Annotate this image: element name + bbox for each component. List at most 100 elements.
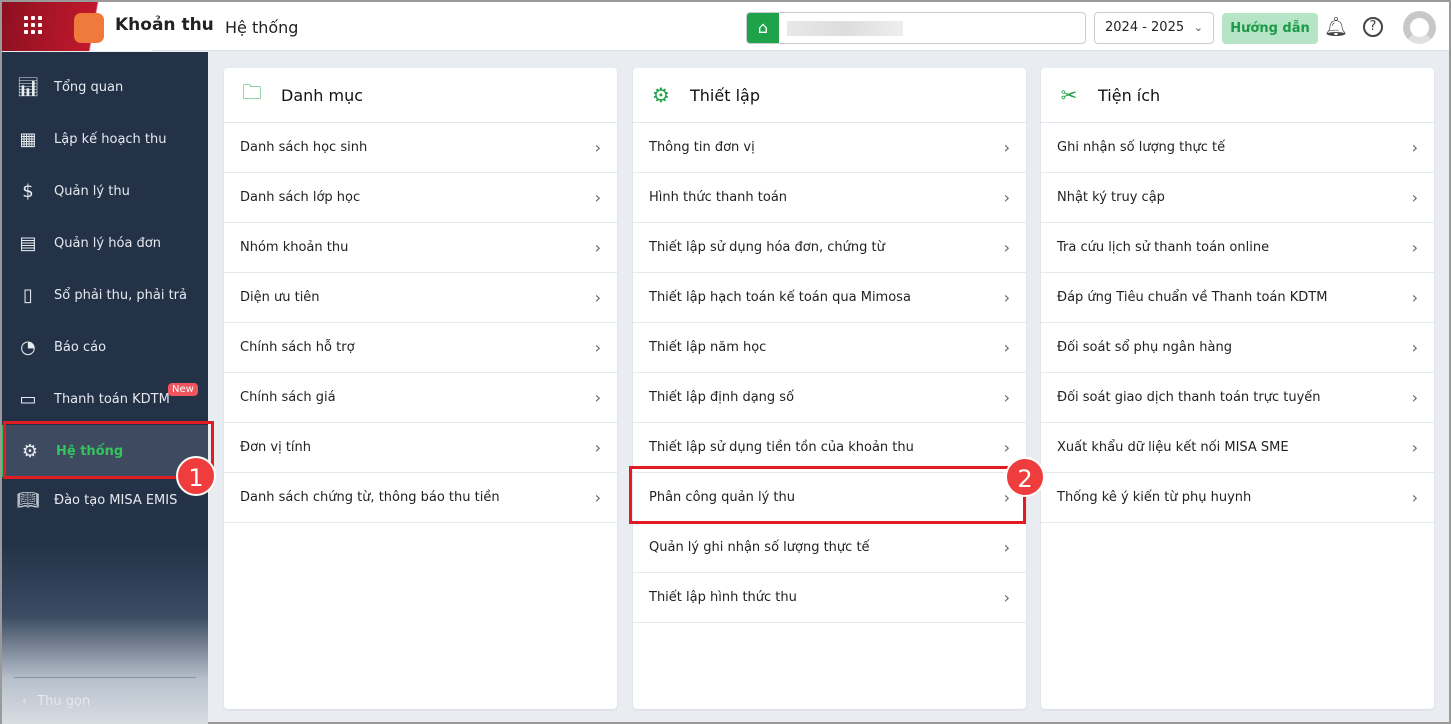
chevron-down-icon: ⌄ xyxy=(1193,21,1203,34)
annotation-number-1: 1 xyxy=(176,456,216,496)
tools-icon: ✂ xyxy=(1060,83,1078,107)
card-thiet-lap: ⚙ Thiết lập Thông tin đơn vị › Hình thức th… xyxy=(633,68,1026,709)
chevron-right-icon: › xyxy=(594,338,601,357)
menu-item[interactable]: Chính sách hỗ trợ › xyxy=(224,323,617,373)
menu-item[interactable]: Thống kê ý kiến từ phụ huynh › xyxy=(1041,473,1434,523)
collapse-button[interactable]: ‹ Thu gọn xyxy=(14,677,196,709)
menu-item-label: Nhóm khoản thu xyxy=(240,240,349,255)
pie-chart-icon: ◔ xyxy=(20,336,36,358)
menu-item[interactable]: Thiết lập định dạng số › xyxy=(633,373,1026,423)
school-selector[interactable]: ⌂ xyxy=(746,12,1086,44)
chevron-right-icon: › xyxy=(1003,388,1010,407)
menu-item[interactable]: Thiết lập năm học › xyxy=(633,323,1026,373)
menu-item-label: Thiết lập sử dụng hóa đơn, chứng từ xyxy=(649,240,885,255)
chevron-right-icon: › xyxy=(594,388,601,407)
menu-item-label: Tra cứu lịch sử thanh toán online xyxy=(1057,240,1270,255)
menu-item-label: Hình thức thanh toán xyxy=(649,190,788,205)
menu-item-label: Chính sách hỗ trợ xyxy=(240,340,355,355)
menu-item-label: Thiết lập hạch toán kế toán qua Mimosa xyxy=(649,290,911,305)
menu-item-label: Đối soát sổ phụ ngân hàng xyxy=(1057,340,1232,355)
school-year-select[interactable]: 2024 - 2025 ⌄ xyxy=(1094,12,1214,44)
menu-item-label: Thiết lập sử dụng tiền tồn của khoản thu xyxy=(649,440,914,455)
top-header: Khoản thu Hệ thống ⌂ 2024 - 2025 ⌄ Hướng … xyxy=(2,2,1449,51)
chevron-right-icon: › xyxy=(1411,138,1418,157)
menu-item-label: Diện ưu tiên xyxy=(240,290,320,305)
menu-item[interactable]: Nhóm khoản thu › xyxy=(224,223,617,273)
menu-item[interactable]: Tra cứu lịch sử thanh toán online › xyxy=(1041,223,1434,273)
menu-item[interactable]: Diện ưu tiên › xyxy=(224,273,617,323)
sidebar-item-lap-ke-hoach-thu[interactable]: ▦ Lập kế hoạch thu xyxy=(2,113,208,165)
menu-item-label: Xuất khẩu dữ liệu kết nối MISA SME xyxy=(1057,440,1289,455)
menu-item[interactable]: Quản lý ghi nhận số lượng thực tế › xyxy=(633,523,1026,573)
menu-item[interactable]: Đáp ứng Tiêu chuẩn về Thanh toán KDTM › xyxy=(1041,273,1434,323)
menu-item-label: Đáp ứng Tiêu chuẩn về Thanh toán KDTM xyxy=(1057,290,1328,305)
menu-item[interactable]: Danh sách học sinh › xyxy=(224,123,617,173)
menu-item[interactable]: Thông tin đơn vị › xyxy=(633,123,1026,173)
menu-item-label: Đối soát giao dịch thanh toán trực tuyến xyxy=(1057,390,1321,405)
sidebar-item-quan-ly-thu[interactable]: $ Quản lý thu xyxy=(2,165,208,217)
chevron-right-icon: › xyxy=(1411,188,1418,207)
chevron-right-icon: › xyxy=(594,288,601,307)
menu-item-label: Danh sách chứng từ, thông báo thu tiền xyxy=(240,490,500,505)
menu-item[interactable]: Thiết lập hạch toán kế toán qua Mimosa › xyxy=(633,273,1026,323)
menu-item[interactable]: Xuất khẩu dữ liệu kết nối MISA SME › xyxy=(1041,423,1434,473)
menu-item-label: Nhật ký truy cập xyxy=(1057,190,1165,205)
menu-item[interactable]: Danh sách lớp học › xyxy=(224,173,617,223)
chevron-right-icon: › xyxy=(1411,488,1418,507)
sidebar: 📊︎ Tổng quan ▦ Lập kế hoạch thu $ Quản lý t… xyxy=(2,52,208,724)
chevron-right-icon: › xyxy=(1003,138,1010,157)
menu-item-label: Thiết lập năm học xyxy=(649,340,767,355)
sidebar-item-label: Tổng quan xyxy=(54,79,124,95)
calendar-money-icon: ▦ xyxy=(19,128,37,150)
menu-item[interactable]: Đối soát sổ phụ ngân hàng › xyxy=(1041,323,1434,373)
menu-item-label: Danh sách học sinh xyxy=(240,140,368,155)
sidebar-item-so-phai-thu[interactable]: ▯ Sổ phải thu, phải trả xyxy=(2,269,208,321)
sidebar-item-thanh-toan-kdtm[interactable]: ▭ Thanh toán KDTM xyxy=(2,373,208,425)
chevron-right-icon: › xyxy=(1003,288,1010,307)
menu-item-label: Thông tin đơn vị xyxy=(649,140,755,155)
sidebar-item-label: Lập kế hoạch thu xyxy=(54,131,167,147)
chevron-right-icon: › xyxy=(1003,188,1010,207)
chevron-right-icon: › xyxy=(594,438,601,457)
chevron-left-icon: ‹ xyxy=(22,694,28,709)
avatar[interactable] xyxy=(1403,11,1436,44)
chevron-right-icon: › xyxy=(1003,438,1010,457)
app-logo xyxy=(74,13,104,43)
gear-icon: ⚙ xyxy=(652,83,670,107)
sidebar-item-bao-cao[interactable]: ◔ Báo cáo xyxy=(2,321,208,373)
new-badge: New xyxy=(168,383,198,396)
sidebar-item-quan-ly-hoa-don[interactable]: ▤ Quản lý hóa đơn xyxy=(2,217,208,269)
folder-icon: 🗀 xyxy=(242,80,262,104)
menu-item-label: Quản lý ghi nhận số lượng thực tế xyxy=(649,540,870,555)
school-name-blurred xyxy=(787,21,903,36)
bar-chart-icon: 📊︎ xyxy=(16,76,40,98)
collapse-label: Thu gọn xyxy=(37,694,91,709)
menu-item[interactable]: Thiết lập sử dụng hóa đơn, chứng từ › xyxy=(633,223,1026,273)
chevron-right-icon: › xyxy=(1411,388,1418,407)
module-title: Hệ thống xyxy=(225,18,299,37)
menu-item[interactable]: Ghi nhận số lượng thực tế › xyxy=(1041,123,1434,173)
menu-item[interactable]: Đơn vị tính › xyxy=(224,423,617,473)
chevron-right-icon: › xyxy=(1411,338,1418,357)
hand-coin-icon: $ xyxy=(22,180,34,202)
school-year-value: 2024 - 2025 xyxy=(1105,20,1185,35)
menu-item[interactable]: Đối soát giao dịch thanh toán trực tuyến… xyxy=(1041,373,1434,423)
guide-button[interactable]: Hướng dẫn xyxy=(1222,13,1318,44)
card-check-icon: ▭ xyxy=(19,388,37,410)
menu-item-label: Đơn vị tính xyxy=(240,440,312,455)
menu-item[interactable]: Danh sách chứng từ, thông báo thu tiền › xyxy=(224,473,617,523)
menu-item-label: Thống kê ý kiến từ phụ huynh xyxy=(1057,490,1252,505)
chevron-right-icon: › xyxy=(1003,338,1010,357)
menu-item[interactable]: Chính sách giá › xyxy=(224,373,617,423)
sidebar-item-tong-quan[interactable]: 📊︎ Tổng quan xyxy=(2,61,208,113)
menu-item-label: Chính sách giá xyxy=(240,390,336,405)
menu-item[interactable]: Hình thức thanh toán › xyxy=(633,173,1026,223)
chevron-right-icon: › xyxy=(594,188,601,207)
apps-grid-icon[interactable] xyxy=(24,16,42,34)
menu-item[interactable]: Thiết lập hình thức thu › xyxy=(633,573,1026,623)
invoice-icon: ▤ xyxy=(19,232,37,254)
menu-item[interactable]: Nhật ký truy cập › xyxy=(1041,173,1434,223)
bell-icon[interactable]: 🔔︎ xyxy=(1324,15,1348,39)
menu-item-label: Ghi nhận số lượng thực tế xyxy=(1057,140,1226,155)
help-icon[interactable]: ? xyxy=(1363,17,1383,37)
